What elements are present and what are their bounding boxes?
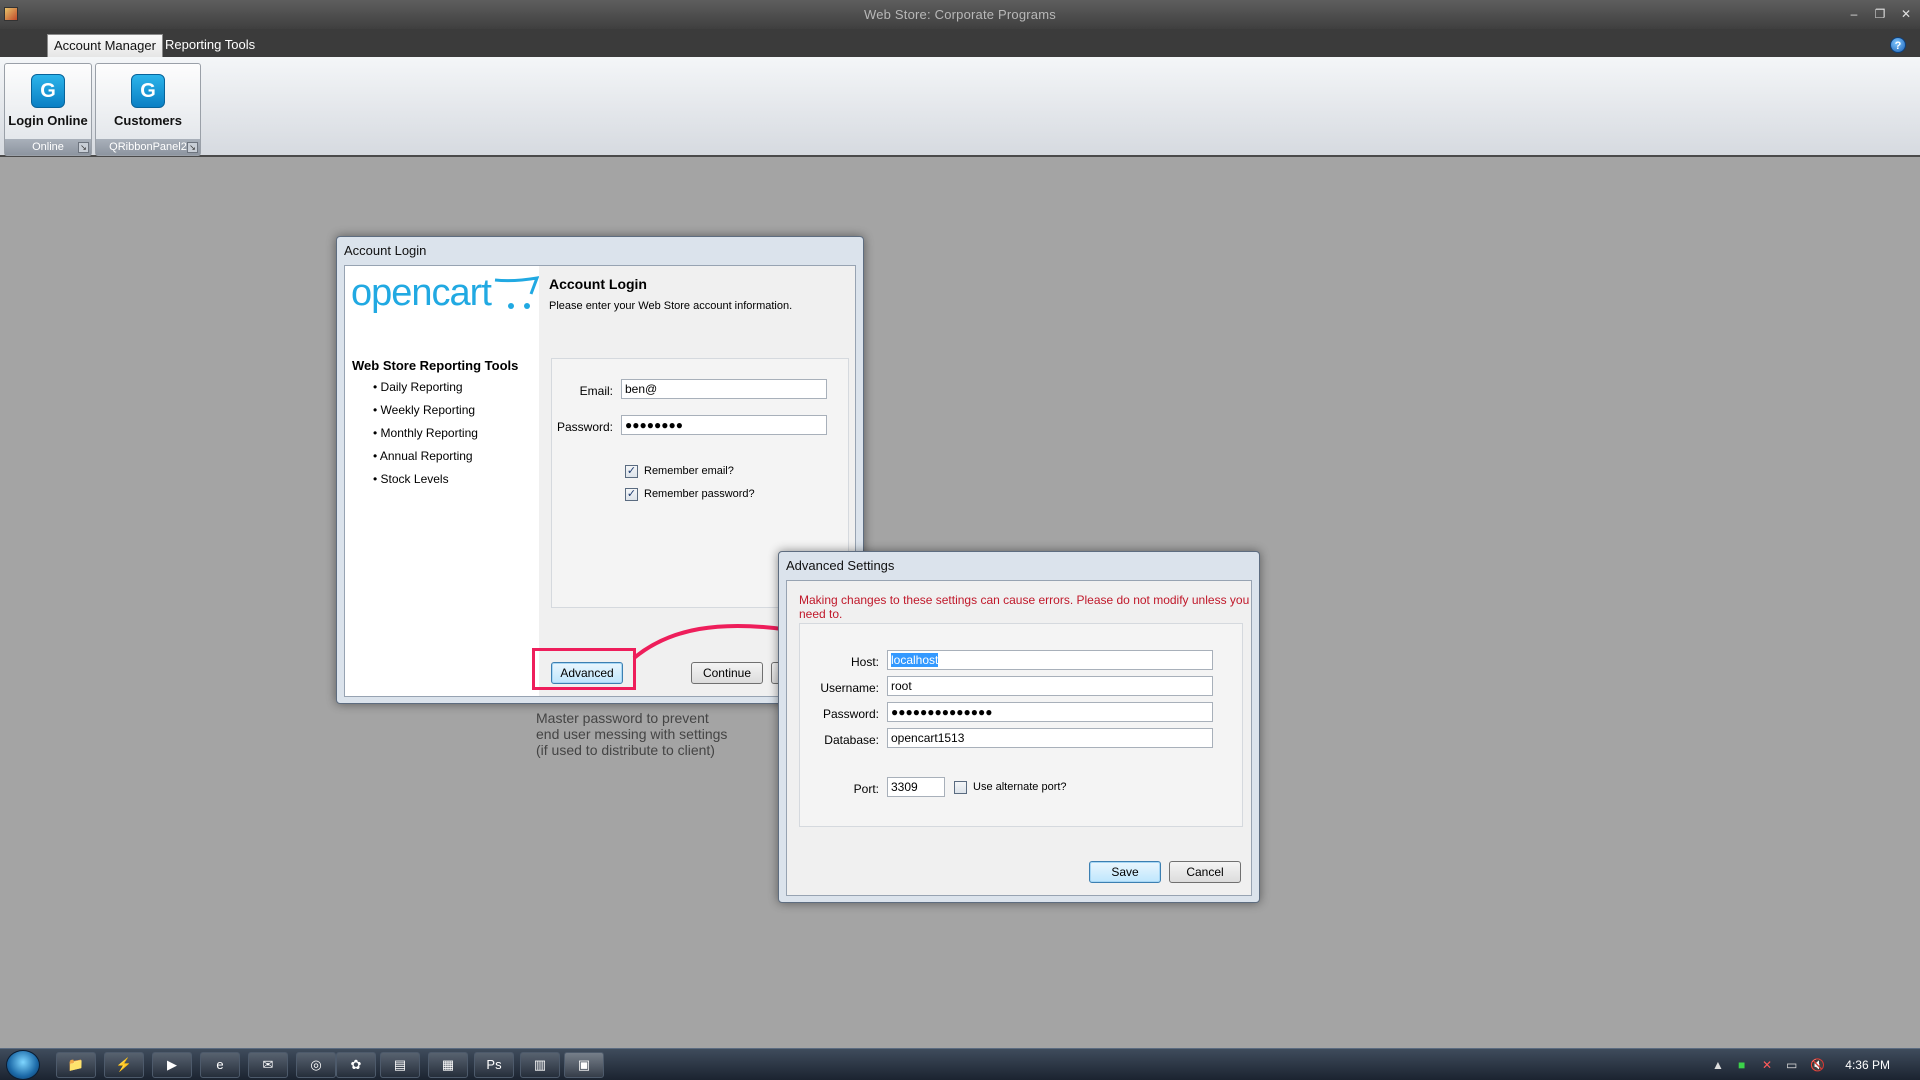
tray-network-icon[interactable]: ■ <box>1738 1058 1745 1072</box>
taskbar-app-icon[interactable]: ▦ <box>428 1052 468 1078</box>
customers-icon <box>131 74 165 108</box>
email-label: Email: <box>579 384 613 398</box>
host-value: localhost <box>891 653 939 667</box>
login-heading: Account Login <box>549 276 647 292</box>
cart-icon <box>494 276 539 309</box>
db-password-field[interactable]: ●●●●●●●●●●●●●● <box>887 702 1213 722</box>
warning-message: Making changes to these settings can cau… <box>799 593 1250 621</box>
help-icon[interactable]: ? <box>1890 37 1906 53</box>
save-button[interactable]: Save <box>1089 861 1161 883</box>
taskbar: 📁 ⚡ ▶ e ✉ ◎ ✿ ▤ ▦ Ps ▥ ▣ ▲ ■ ✕ ▭ 🔇 4:36 … <box>0 1048 1920 1080</box>
tab-reporting-tools[interactable]: Reporting Tools <box>159 34 261 57</box>
note-line: end user messing with settings <box>536 726 728 742</box>
database-field[interactable]: opencart1513 <box>887 728 1213 748</box>
username-field[interactable]: root <box>887 676 1213 696</box>
maximize-button[interactable]: ❐ <box>1870 5 1890 23</box>
username-label: Username: <box>820 681 879 695</box>
tray-volume-muted-icon[interactable]: 🔇 <box>1810 1058 1825 1072</box>
note-line: (if used to distribute to client) <box>536 742 715 758</box>
tray-expand-icon[interactable]: ▲ <box>1712 1058 1724 1072</box>
list-item: Monthly Reporting <box>373 426 478 449</box>
note-line: Master password to prevent <box>536 710 709 726</box>
database-label: Database: <box>824 733 879 747</box>
password-field[interactable]: ●●●●●●●● <box>621 415 827 435</box>
cancel-button[interactable]: Cancel <box>1169 861 1241 883</box>
dialog-body: Making changes to these settings can cau… <box>786 580 1252 896</box>
host-label: Host: <box>850 655 879 669</box>
remember-email-label: Remember email? <box>644 465 734 477</box>
alternate-port-label: Use alternate port? <box>973 781 1067 793</box>
taskbar-app-icon[interactable]: ⚡ <box>104 1052 144 1078</box>
menu-bar: Account Manager Reporting Tools ? <box>0 29 1920 57</box>
taskbar-app-icon[interactable]: ▥ <box>520 1052 560 1078</box>
window-title: Web Store: Corporate Programs <box>864 7 1056 22</box>
customers-label: Customers <box>114 113 182 128</box>
ribbon: Login Online Online ↘ Customers QRibbonP… <box>0 57 1920 157</box>
alternate-port-checkbox[interactable] <box>954 781 967 794</box>
taskbar-app-icon[interactable]: ✿ <box>336 1052 376 1078</box>
close-button[interactable]: ✕ <box>1896 5 1916 23</box>
reporting-tools-title: Web Store Reporting Tools <box>352 358 519 373</box>
port-label: Port: <box>853 782 879 796</box>
dialog-title: Advanced Settings <box>786 558 895 573</box>
list-item: Annual Reporting <box>373 449 478 472</box>
password-label: Password: <box>556 420 613 434</box>
window-title-bar: Web Store: Corporate Programs – ❐ ✕ <box>0 0 1920 29</box>
opencart-logo: opencart <box>351 272 541 316</box>
login-online-button[interactable]: Login Online <box>5 68 91 138</box>
list-item: Stock Levels <box>373 472 478 495</box>
taskbar-mail-icon[interactable]: ✉ <box>248 1052 288 1078</box>
ribbon-panel-2: Customers QRibbonPanel2 ↘ <box>95 63 201 156</box>
tab-account-manager[interactable]: Account Manager <box>47 34 163 57</box>
annotation-highlight <box>532 648 636 690</box>
remember-password-label: Remember password? <box>644 488 755 500</box>
dialog-title: Account Login <box>344 243 427 258</box>
remember-email-checkbox[interactable]: ✓ <box>625 465 638 478</box>
start-button[interactable] <box>6 1050 40 1080</box>
customers-button[interactable]: Customers <box>96 68 200 138</box>
tray-flag-icon[interactable]: ✕ <box>1762 1058 1772 1072</box>
panel-launcher-icon[interactable]: ↘ <box>187 142 198 153</box>
advanced-settings-dialog: Advanced Settings Making changes to thes… <box>778 551 1260 903</box>
list-item: Daily Reporting <box>373 380 478 403</box>
list-item: Weekly Reporting <box>373 403 478 426</box>
taskbar-webstore-icon[interactable]: ▣ <box>564 1052 604 1078</box>
annotation-note: Master password to prevent end user mess… <box>536 710 727 758</box>
left-pane: opencart Web Store Reporting Tools Daily… <box>345 266 539 696</box>
taskbar-app-icon[interactable]: ▤ <box>380 1052 420 1078</box>
minimize-button[interactable]: – <box>1844 5 1864 23</box>
logo-text: opencart <box>351 272 492 314</box>
taskbar-photoshop-icon[interactable]: Ps <box>474 1052 514 1078</box>
password-label: Password: <box>822 707 879 721</box>
email-field[interactable]: ben@ <box>621 379 827 399</box>
taskbar-clock[interactable]: 4:36 PM <box>1845 1058 1890 1072</box>
taskbar-explorer-icon[interactable]: 📁 <box>56 1052 96 1078</box>
host-field[interactable]: localhost <box>887 650 1213 670</box>
port-field[interactable]: 3309 <box>887 777 945 797</box>
reporting-list: Daily Reporting Weekly Reporting Monthly… <box>373 380 478 495</box>
ribbon-panel-online: Login Online Online ↘ <box>4 63 92 156</box>
tray-display-icon[interactable]: ▭ <box>1786 1058 1797 1072</box>
panel-launcher-icon[interactable]: ↘ <box>78 142 89 153</box>
remember-password-checkbox[interactable]: ✓ <box>625 488 638 501</box>
login-subheading: Please enter your Web Store account info… <box>549 300 793 312</box>
login-icon <box>31 74 65 108</box>
taskbar-ie-icon[interactable]: e <box>200 1052 240 1078</box>
taskbar-media-icon[interactable]: ▶ <box>152 1052 192 1078</box>
ribbon-panel-footer: QRibbonPanel2 <box>96 139 200 155</box>
taskbar-chrome-icon[interactable]: ◎ <box>296 1052 336 1078</box>
login-online-label: Login Online <box>8 113 88 128</box>
